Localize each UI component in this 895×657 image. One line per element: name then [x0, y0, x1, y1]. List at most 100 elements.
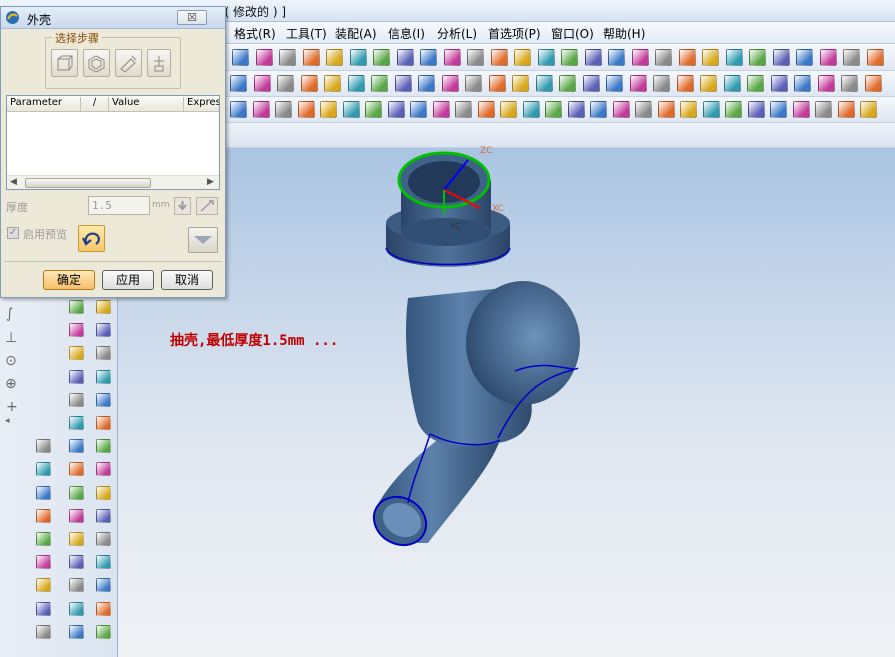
- feature-tool-1-10-icon[interactable]: [69, 532, 84, 546]
- scrollbar-thumb[interactable]: [25, 178, 151, 188]
- scroll-left-icon[interactable]: ◀: [10, 177, 17, 187]
- cancel-button[interactable]: 取消: [161, 270, 213, 290]
- feature-tool-2-4-icon[interactable]: [96, 392, 111, 407]
- toolbar-curve-tool-1-icon[interactable]: [230, 101, 247, 118]
- toolbar-modeling-tool-18-icon[interactable]: [629, 75, 647, 92]
- point-tool-icon[interactable]: +: [6, 399, 18, 415]
- feature-tool-2-2-icon[interactable]: [96, 346, 111, 361]
- toolbar-curve-tool-16-icon[interactable]: [567, 101, 585, 118]
- toolbar-view-tool-14-icon[interactable]: [537, 49, 555, 66]
- feature-tool-0-14-icon[interactable]: [36, 624, 51, 639]
- toolbar-curve-tool-18-icon[interactable]: [612, 101, 630, 118]
- toolbar-view-tool-16-icon[interactable]: [584, 49, 602, 66]
- toolbar-view-tool-22-icon[interactable]: [725, 49, 743, 66]
- feature-tool-1-6-icon[interactable]: [69, 439, 84, 454]
- feature-tool-2-3-icon[interactable]: [96, 369, 111, 384]
- toolbar-view-tool-17-icon[interactable]: [608, 49, 625, 66]
- menu-format[interactable]: 格式(R): [234, 25, 276, 42]
- toolbar-modeling-tool-9-icon[interactable]: [418, 75, 435, 92]
- feature-tool-1-0-icon[interactable]: [69, 300, 84, 314]
- ok-button[interactable]: 确定: [43, 270, 95, 290]
- header-value[interactable]: Value: [109, 97, 184, 111]
- toolbar-view-tool-5-icon[interactable]: [326, 49, 343, 66]
- feature-tool-0-6-icon[interactable]: [36, 439, 51, 454]
- toolbar-curve-tool-13-icon[interactable]: [500, 101, 517, 118]
- toolbar-modeling-tool-25-icon[interactable]: [794, 75, 811, 92]
- menu-help[interactable]: 帮助(H): [603, 25, 645, 42]
- apply-button[interactable]: 应用: [102, 270, 154, 290]
- toolbar-modeling-tool-23-icon[interactable]: [747, 75, 764, 92]
- feature-tool-2-6-icon[interactable]: [96, 439, 111, 454]
- feature-tool-2-9-icon[interactable]: [96, 508, 111, 523]
- feature-tool-1-8-icon[interactable]: [69, 485, 84, 500]
- menu-assemblies[interactable]: 装配(A): [335, 25, 377, 42]
- toolbar-curve-tool-7-icon[interactable]: [365, 101, 382, 118]
- undo-button[interactable]: [78, 225, 105, 252]
- line-tool-icon[interactable]: ⊥: [5, 330, 17, 346]
- scroll-right-icon[interactable]: ▶: [207, 177, 214, 187]
- toolbar-modeling-tool-28-icon[interactable]: [864, 75, 882, 92]
- horizontal-scrollbar[interactable]: ◀ ▶: [7, 175, 219, 189]
- menu-window[interactable]: 窗口(O): [551, 25, 594, 42]
- toolbar-curve-tool-19-icon[interactable]: [635, 101, 652, 118]
- toolbar-curve-tool-9-icon[interactable]: [410, 101, 427, 118]
- toolbar-modeling-tool-11-icon[interactable]: [465, 75, 482, 92]
- toolbar-modeling-tool-24-icon[interactable]: [770, 75, 788, 92]
- dialog-title-bar[interactable]: 外壳 ☒: [1, 7, 225, 29]
- feature-tool-2-7-icon[interactable]: [96, 462, 111, 477]
- toolbar-curve-tool-24-icon[interactable]: [747, 101, 765, 118]
- step-remove-face-button[interactable]: [51, 49, 78, 77]
- toolbar-view-tool-21-icon[interactable]: [702, 49, 719, 66]
- more-options-button[interactable]: [188, 227, 218, 253]
- feature-tool-2-11-icon[interactable]: [96, 555, 111, 570]
- toolbar-modeling-tool-10-icon[interactable]: [441, 75, 459, 92]
- feature-tool-1-9-icon[interactable]: [69, 508, 84, 523]
- feature-tool-2-1-icon[interactable]: [96, 323, 111, 338]
- toolbar-view-tool-4-icon[interactable]: [302, 49, 320, 66]
- toolbar-modeling-tool-16-icon[interactable]: [582, 75, 600, 92]
- close-button[interactable]: ☒: [177, 10, 207, 25]
- toolbar-view-tool-19-icon[interactable]: [655, 49, 672, 66]
- toolbar-modeling-tool-2-icon[interactable]: [253, 75, 271, 92]
- feature-tool-0-8-icon[interactable]: [36, 485, 51, 500]
- feature-tool-1-4-icon[interactable]: [69, 392, 84, 407]
- toolbar-view-tool-9-icon[interactable]: [420, 49, 437, 66]
- feature-tool-1-13-icon[interactable]: [69, 601, 84, 616]
- feature-tool-0-9-icon[interactable]: [36, 508, 51, 523]
- toolbar-view-tool-7-icon[interactable]: [373, 49, 390, 66]
- toolbar-view-tool-1-icon[interactable]: [232, 49, 249, 66]
- shell-model[interactable]: [118, 148, 895, 657]
- feature-tool-1-7-icon[interactable]: [69, 462, 84, 477]
- toolbar-view-tool-24-icon[interactable]: [772, 49, 790, 66]
- toolbar-modeling-tool-3-icon[interactable]: [277, 75, 294, 92]
- toolbar-curve-tool-8-icon[interactable]: [387, 101, 405, 118]
- toolbar-modeling-tool-1-icon[interactable]: [230, 75, 247, 92]
- toolbar-curve-tool-6-icon[interactable]: [342, 101, 360, 118]
- feature-tool-2-5-icon[interactable]: [96, 416, 111, 430]
- menu-information[interactable]: 信息(I): [388, 25, 425, 42]
- toolbar-view-tool-13-icon[interactable]: [514, 49, 531, 66]
- toolbar-modeling-tool-13-icon[interactable]: [512, 75, 529, 92]
- toolbar-curve-tool-23-icon[interactable]: [725, 101, 742, 118]
- toolbar-curve-tool-27-icon[interactable]: [815, 101, 832, 118]
- graphics-viewport[interactable]: ZC XC YC 抽壳,最低厚度1.5mm ...: [118, 146, 895, 657]
- toolbar-view-tool-28-icon[interactable]: [866, 49, 884, 66]
- feature-tool-1-1-icon[interactable]: [69, 323, 84, 338]
- toolbar-modeling-tool-6-icon[interactable]: [347, 75, 365, 92]
- circle-tool-icon[interactable]: ⊙: [5, 353, 17, 369]
- toolbar-curve-tool-29-icon[interactable]: [860, 101, 877, 118]
- feature-tool-0-10-icon[interactable]: [36, 532, 51, 546]
- toolbar-curve-tool-21-icon[interactable]: [680, 101, 697, 118]
- toolbar-modeling-tool-17-icon[interactable]: [606, 75, 623, 92]
- toolbar-curve-tool-20-icon[interactable]: [657, 101, 675, 118]
- toolbar-view-tool-25-icon[interactable]: [796, 49, 813, 66]
- toolbar-modeling-tool-15-icon[interactable]: [559, 75, 576, 92]
- toolbar-view-tool-2-icon[interactable]: [255, 49, 273, 66]
- expand-arrow-icon[interactable]: ◂: [5, 416, 10, 426]
- toolbar-view-tool-18-icon[interactable]: [631, 49, 649, 66]
- curve-tool-icon[interactable]: ∫: [6, 306, 13, 322]
- toolbar-modeling-tool-22-icon[interactable]: [723, 75, 741, 92]
- thickness-measure-button[interactable]: [196, 197, 218, 215]
- toolbar-curve-tool-4-icon[interactable]: [297, 101, 315, 118]
- toolbar-modeling-tool-7-icon[interactable]: [371, 75, 388, 92]
